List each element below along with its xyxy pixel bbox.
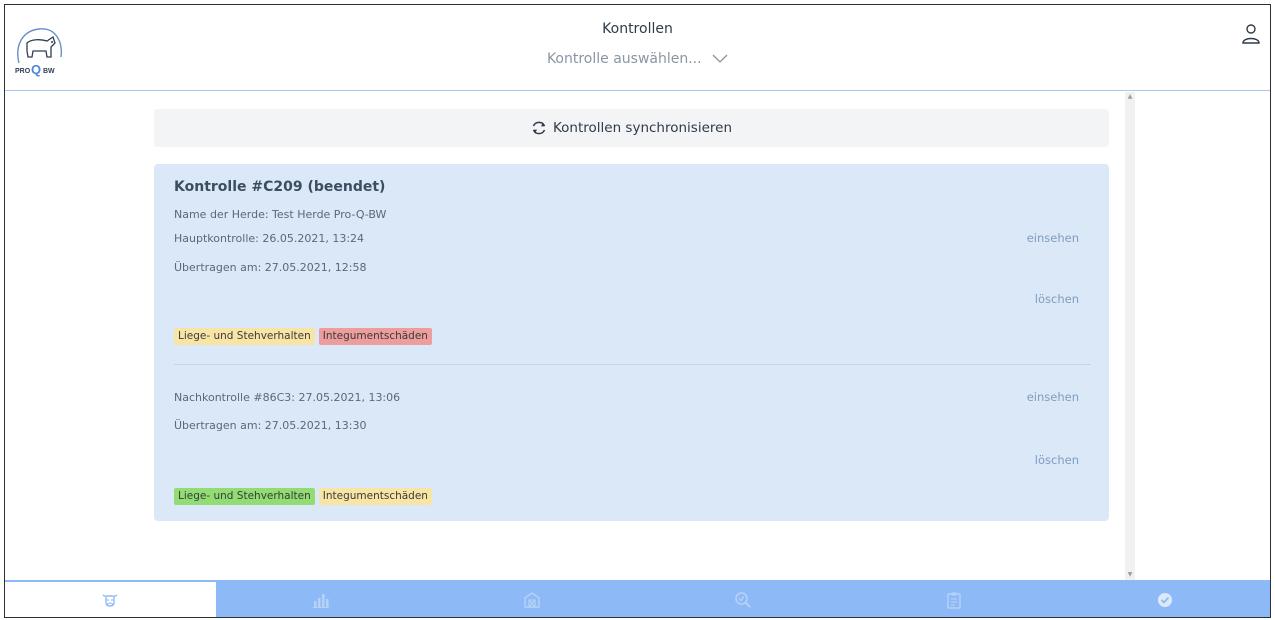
control-select[interactable]: Kontrolle auswählen... [5, 51, 1270, 67]
cow-icon [102, 593, 118, 607]
tag-lying-standing: Liege- und Stehverhalten [174, 488, 315, 505]
sync-label: Kontrollen synchronisieren [552, 120, 733, 136]
nav-item-herd[interactable] [5, 580, 216, 617]
card-title: Kontrolle #C209 (beendet) [174, 179, 386, 195]
scroll-up-arrow[interactable]: ▲ [1127, 94, 1133, 100]
followup-view-link[interactable]: einsehen [1027, 390, 1079, 404]
nav-item-statistics[interactable] [216, 580, 427, 617]
tag-integument: Integumentschäden [318, 328, 432, 345]
nav-item-checklist[interactable] [848, 580, 1059, 617]
app-window: PRO Q BW Kontrollen Kontrolle auswählen.… [4, 4, 1271, 618]
followup-delete-link[interactable]: löschen [1035, 453, 1079, 467]
main-control-date: Hauptkontrolle: 26.05.2021, 13:24 [174, 232, 365, 245]
barn-icon [524, 591, 540, 608]
tag-list: Liege- und Stehverhalten Integumentschäd… [174, 328, 432, 345]
followup-tag-list: Liege- und Stehverhalten Integumentschäd… [174, 488, 432, 505]
bar-chart-icon [313, 593, 330, 608]
svg-text:PRO: PRO [15, 68, 31, 75]
scroll-down-arrow[interactable]: ▼ [1127, 572, 1133, 578]
followup-transferred-date: Übertragen am: 27.05.2021, 13:30 [174, 419, 367, 432]
nav-item-complete[interactable] [1059, 580, 1270, 617]
control-select-label: Kontrolle auswählen... [546, 51, 702, 67]
content-area: Kontrollen synchronisieren Kontrolle #C2… [5, 92, 1270, 580]
check-circle-icon [1157, 592, 1172, 607]
nav-item-barn[interactable] [427, 580, 638, 617]
herd-name: Name der Herde: Test Herde Pro-Q-BW [174, 208, 387, 221]
transferred-date: Übertragen am: 27.05.2021, 12:58 [174, 261, 367, 274]
svg-text:BW: BW [43, 68, 55, 75]
user-icon[interactable] [1242, 23, 1260, 45]
clipboard-icon [947, 592, 961, 609]
tag-lying-standing: Liege- und Stehverhalten [174, 328, 315, 345]
refresh-icon [532, 121, 546, 135]
bottom-nav [5, 580, 1270, 617]
scrollbar[interactable]: ▲ ▼ [1125, 92, 1135, 580]
chevron-down-icon [712, 54, 728, 63]
divider [174, 364, 1091, 365]
tag-integument: Integumentschäden [318, 488, 432, 505]
followup-control-date: Nachkontrolle #86C3: 27.05.2021, 13:06 [174, 391, 401, 404]
view-link[interactable]: einsehen [1027, 231, 1079, 245]
search-check-icon [735, 591, 751, 608]
nav-item-inspection[interactable] [637, 580, 848, 617]
delete-link[interactable]: löschen [1035, 292, 1079, 306]
sync-button[interactable]: Kontrollen synchronisieren [154, 109, 1109, 147]
control-card: Kontrolle #C209 (beendet) Name der Herde… [154, 164, 1109, 521]
page-title: Kontrollen [602, 21, 673, 37]
header: PRO Q BW Kontrollen Kontrolle auswählen.… [5, 5, 1270, 91]
